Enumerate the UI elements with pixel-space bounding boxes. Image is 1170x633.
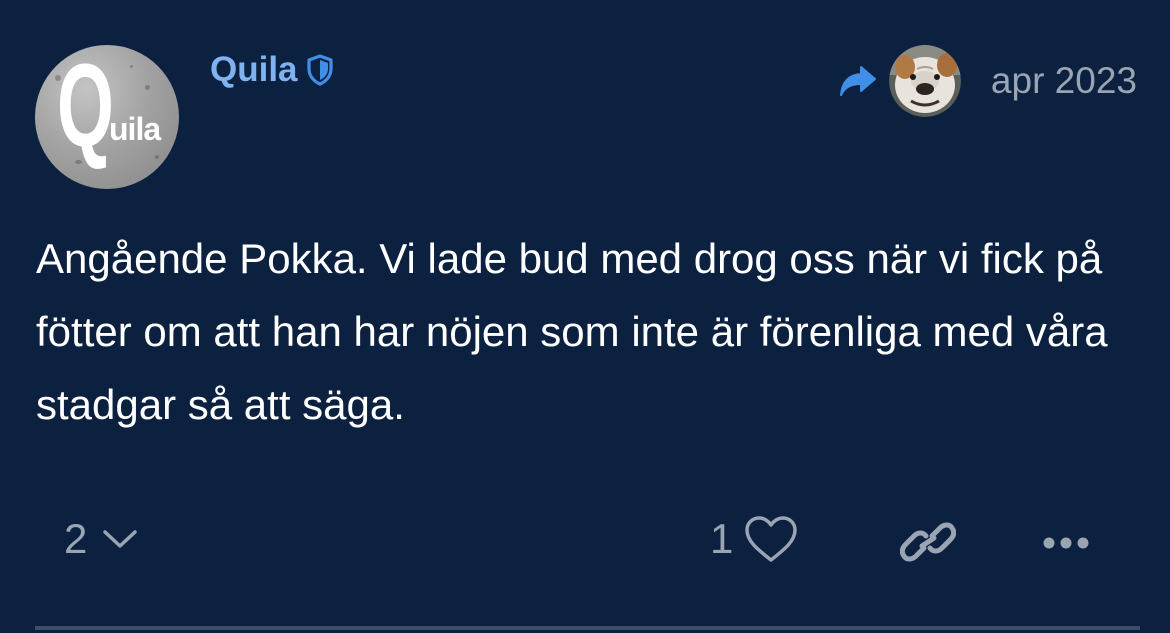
- post-meta: apr 2023: [837, 44, 1137, 118]
- reply-arrow-icon[interactable]: [837, 63, 879, 99]
- post-body: Angående Pokka. Vi lade bud med drog oss…: [36, 235, 1108, 428]
- shield-icon: [306, 54, 333, 86]
- heart-icon: [745, 516, 798, 562]
- likes-count: 1: [710, 515, 734, 562]
- like-button[interactable]: 1: [710, 514, 799, 564]
- author-avatar[interactable]: Q uila: [35, 45, 179, 189]
- post: Q uila Quila apr 2023 Angående Pokka. Vi…: [0, 0, 1170, 633]
- reply-to-avatar[interactable]: [888, 45, 961, 117]
- post-divider: [35, 626, 1140, 630]
- avatar-logo-text: uila: [109, 111, 161, 147]
- link-icon[interactable]: [900, 518, 956, 566]
- author-username[interactable]: Quila: [210, 50, 298, 90]
- avatar-logo-letter: Q: [57, 45, 114, 172]
- post-date[interactable]: apr 2023: [991, 60, 1137, 102]
- author-name-row: Quila: [210, 50, 334, 90]
- post-actions: 1: [0, 510, 1170, 580]
- more-icon[interactable]: [1042, 536, 1090, 550]
